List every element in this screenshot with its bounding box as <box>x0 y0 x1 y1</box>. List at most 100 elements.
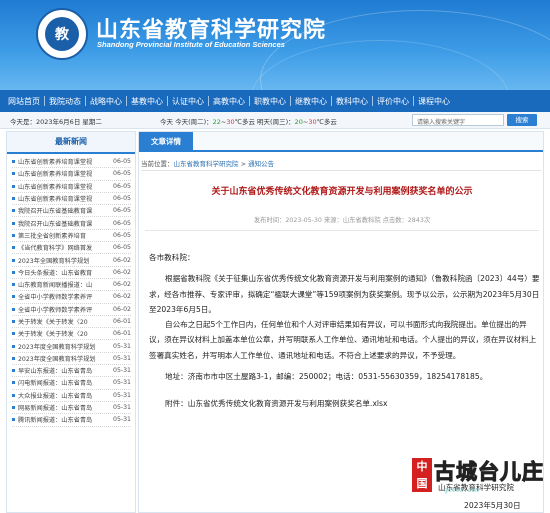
news-item-title[interactable]: 《当代教育科学》网络首发 <box>18 243 109 252</box>
tab-article-detail[interactable]: 文章详情 <box>139 132 193 152</box>
nav-item-news[interactable]: 我院动态 <box>45 96 85 107</box>
news-item-title[interactable]: 2023年全国教育科学规划 <box>18 256 109 265</box>
watermark-url: gctez.com <box>444 487 480 494</box>
breadcrumb-section-link[interactable]: 通知公告 <box>248 160 274 168</box>
article-attachment: 附件：山东省优秀传统文化教育资源开发与利用案例获奖名单.xlsx <box>149 396 541 411</box>
news-item-title[interactable]: 2023年度全国教育科学规划 <box>18 354 109 363</box>
watermark-seal: 中国 <box>412 458 432 492</box>
news-item[interactable]: 网易新闻报道：山东省青岛 05-31 <box>12 402 131 415</box>
news-item-date: 06-05 <box>113 231 131 239</box>
nav-item-home[interactable]: 网站首页 <box>4 96 44 107</box>
news-item-title[interactable]: 今日头条报道：山东省教育 <box>18 268 109 277</box>
news-item-title[interactable]: 全省中小学教师数学素养评 <box>18 305 109 314</box>
news-item-title[interactable]: 2023年度全国教育科学规划 <box>18 342 109 351</box>
bullet-icon <box>12 381 15 385</box>
nav-item-certification[interactable]: 认证中心 <box>168 96 208 107</box>
news-item[interactable]: 山东省创新素养培育课堂视 06-05 <box>12 156 131 169</box>
news-item-title[interactable]: 我院召开山东省基础教育课 <box>18 219 109 228</box>
nav-item-research[interactable]: 教科中心 <box>332 96 372 107</box>
news-item[interactable]: 山东省创新素养培育课堂视 06-05 <box>12 181 131 193</box>
news-item-date: 06-02 <box>113 268 131 276</box>
watermark: 中国 古城台儿庄 gctez.com <box>412 456 550 513</box>
bullet-icon <box>12 233 15 237</box>
bullet-icon <box>12 332 15 336</box>
news-item-title[interactable]: 山东教育新闻联播报道：山 <box>18 280 109 289</box>
logo-emblem: 教 <box>45 17 79 51</box>
news-item-date: 06-01 <box>113 330 131 338</box>
nav-item-continuing[interactable]: 继教中心 <box>291 96 331 107</box>
news-item[interactable]: 全省中小学教师数学素养评 06-02 <box>12 291 131 304</box>
bullet-icon <box>12 344 15 348</box>
news-item-date: 06-01 <box>113 318 131 325</box>
breadcrumb-home-link[interactable]: 山东省教育科学研究院 <box>174 160 239 168</box>
news-item-title[interactable]: 第三批全省创新素养培育 <box>18 231 109 240</box>
news-item[interactable]: 我院召开山东省基础教育课 06-05 <box>12 217 131 230</box>
news-item-title[interactable]: 关于转发《关于转发〈20 <box>18 329 109 338</box>
news-item[interactable]: 腾讯新闻报道：山东省青岛 05-31 <box>12 414 131 427</box>
news-item-title[interactable]: 网易新闻报道：山东省青岛 <box>18 403 109 412</box>
site-header: 教 山东省教育科学研究院 Shandong Provincial Institu… <box>0 0 550 90</box>
bullet-icon <box>12 160 15 164</box>
news-item[interactable]: 全省中小学教师数学素养评 06-02 <box>12 304 131 316</box>
news-item-title[interactable]: 山东省创新素养培育课堂视 <box>18 194 109 203</box>
news-item[interactable]: 我院召开山东省基础教育课 06-05 <box>12 205 131 218</box>
news-item[interactable]: 第三批全省创新素养培育 06-05 <box>12 230 131 243</box>
bullet-icon <box>12 270 15 274</box>
news-item-title[interactable]: 闪电新闻报道：山东省青岛 <box>18 378 109 387</box>
news-item-title[interactable]: 腾讯新闻报道：山东省青岛 <box>18 415 109 424</box>
nav-item-evaluation[interactable]: 评价中心 <box>373 96 413 107</box>
news-item[interactable]: 山东省创新素养培育课堂视 06-05 <box>12 168 131 181</box>
bullet-icon <box>12 283 15 287</box>
news-item-title[interactable]: 山东省创新素养培育课堂视 <box>18 169 109 178</box>
news-item[interactable]: 山东省创新素养培育课堂视 06-05 <box>12 193 131 206</box>
latest-news-panel: 最新新闻 山东省创新素养培育课堂视 06-05 山东省创新素养培育课堂视 06-05 山… <box>6 131 136 513</box>
nav-item-curriculum[interactable]: 课程中心 <box>414 96 454 107</box>
article-paragraph: 根据省教科院《关于征集山东省优秀传统文化教育资源开发与利用案例的通知》（鲁教科院… <box>149 274 540 314</box>
nav-item-higher-ed[interactable]: 高教中心 <box>209 96 249 107</box>
bullet-icon <box>12 307 15 311</box>
tomorrow-low-temp: 20 <box>294 118 303 126</box>
news-item-date: 05-31 <box>113 342 131 350</box>
news-item[interactable]: 2023年全国教育科学规划 06-02 <box>12 254 131 267</box>
news-item-title[interactable]: 山东省创新素养培育课堂视 <box>18 182 109 191</box>
attachment-link[interactable]: 附件：山东省优秀传统文化教育资源开发与利用案例获奖名单.xlsx <box>165 399 388 408</box>
news-item-title[interactable]: 关于转发《关于转发〈20 <box>18 317 109 326</box>
nav-item-strategy[interactable]: 战略中心 <box>86 96 126 107</box>
news-item-title[interactable]: 早安山东报道：山东省青岛 <box>18 366 109 375</box>
search-input[interactable]: 请输入搜索关键字 <box>412 114 504 126</box>
site-logo[interactable]: 教 <box>36 8 88 60</box>
news-item[interactable]: 山东教育新闻联播报道：山 06-02 <box>12 279 131 292</box>
news-item[interactable]: 2023年度全国教育科学规划 05-31 <box>12 340 131 353</box>
news-item-title[interactable]: 大众报业报道：山东省青岛 <box>18 391 109 400</box>
news-item-date: 06-02 <box>113 293 131 301</box>
article-meta: 发布时间：2023-05-30 来源：山东省教科院 点击数：2843次 <box>253 217 431 224</box>
article-title: 关于山东省优秀传统文化教育资源开发与利用案例获奖名单的公示 <box>211 187 473 197</box>
nav-item-vocational[interactable]: 职教中心 <box>250 96 290 107</box>
bullet-icon <box>12 369 15 373</box>
news-item-date: 06-05 <box>113 182 131 190</box>
bullet-icon <box>12 258 15 262</box>
news-item[interactable]: 《当代教育科学》网络首发 06-05 <box>12 242 131 255</box>
tomorrow-weather-desc: ℃多云 <box>316 118 337 126</box>
news-item-date: 06-05 <box>113 207 131 215</box>
divider <box>145 230 539 231</box>
news-item-date: 05-31 <box>113 379 131 387</box>
news-item[interactable]: 关于转发《关于转发〈20 06-01 <box>12 316 131 329</box>
news-item-title[interactable]: 全省中小学教师数学素养评 <box>18 292 109 301</box>
news-item[interactable]: 2023年度全国教育科学规划 05-31 <box>12 353 131 366</box>
news-item[interactable]: 早安山东报道：山东省青岛 05-31 <box>12 365 131 378</box>
search-button[interactable]: 搜索 <box>507 114 537 126</box>
article-tabbar: 文章详情 <box>139 132 543 152</box>
news-item[interactable]: 大众报业报道：山东省青岛 05-31 <box>12 390 131 402</box>
bullet-icon <box>12 197 15 201</box>
nav-item-basic-ed[interactable]: 基教中心 <box>127 96 167 107</box>
news-item-date: 05-31 <box>113 391 131 399</box>
news-item[interactable]: 关于转发《关于转发〈20 06-01 <box>12 328 131 341</box>
news-item-date: 06-05 <box>113 170 131 178</box>
news-item[interactable]: 今日头条报道：山东省教育 06-02 <box>12 267 131 279</box>
news-item-date: 06-02 <box>113 256 131 264</box>
news-list: 山东省创新素养培育课堂视 06-05 山东省创新素养培育课堂视 06-05 山东省创新素… <box>7 154 135 427</box>
news-item-title[interactable]: 山东省创新素养培育课堂视 <box>18 157 109 166</box>
news-item-title[interactable]: 我院召开山东省基础教育课 <box>18 206 109 215</box>
news-item[interactable]: 闪电新闻报道：山东省青岛 05-31 <box>12 377 131 390</box>
